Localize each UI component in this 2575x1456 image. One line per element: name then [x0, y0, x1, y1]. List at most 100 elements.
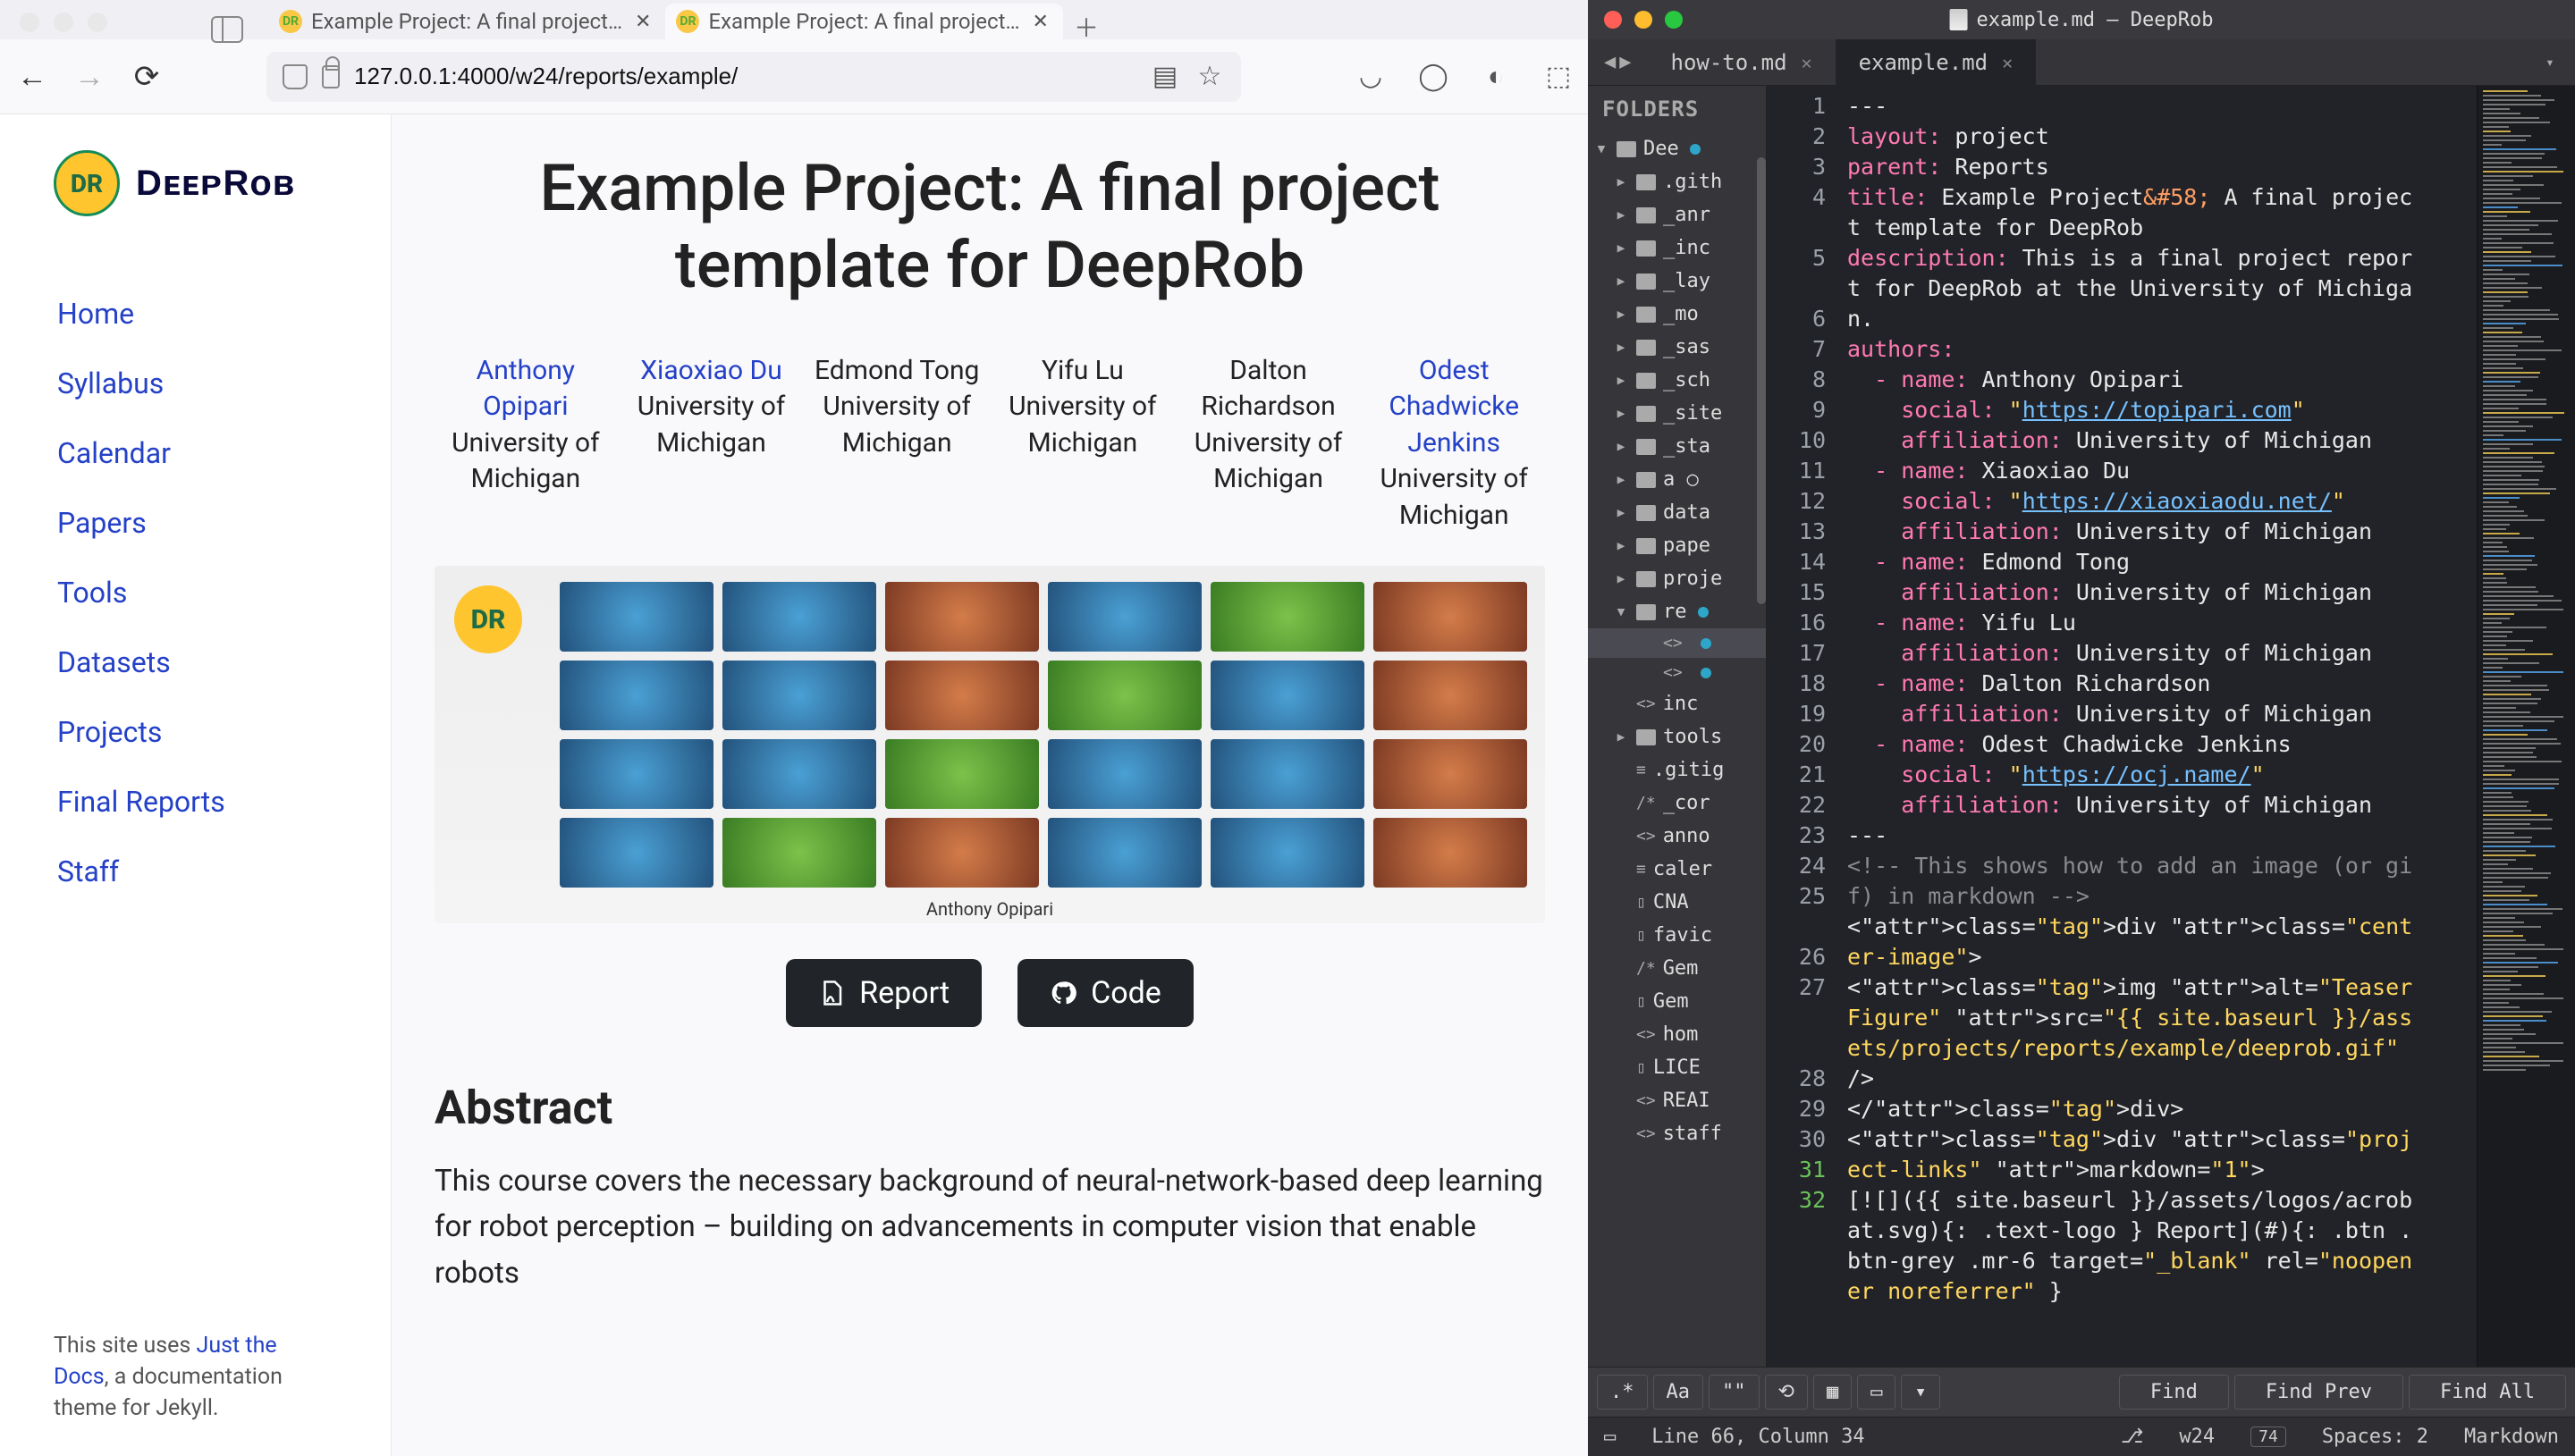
- sidebar-link-calendar[interactable]: Calendar: [0, 418, 391, 488]
- tree-row[interactable]: ▯Gem: [1588, 985, 1766, 1018]
- reader-mode-icon[interactable]: ▤: [1150, 62, 1180, 92]
- sidebar-link-projects[interactable]: Projects: [0, 697, 391, 767]
- tree-row[interactable]: ▯LICE: [1588, 1051, 1766, 1084]
- tree-row[interactable]: <>hom: [1588, 1018, 1766, 1051]
- tree-row[interactable]: <>: [1588, 628, 1766, 658]
- code-editor[interactable]: ---layout: projectparent: Reportstitle: …: [1838, 86, 2477, 1367]
- tree-row[interactable]: ▯CNA: [1588, 886, 1766, 919]
- find-dropdown[interactable]: ▾: [1901, 1375, 1939, 1410]
- find-case-toggle[interactable]: Aa: [1653, 1375, 1704, 1410]
- code-button[interactable]: Code: [1017, 959, 1194, 1027]
- folders-scrollbar[interactable]: [1757, 157, 1766, 604]
- find-word-toggle[interactable]: "": [1709, 1375, 1760, 1410]
- tree-row[interactable]: ▸_site: [1588, 397, 1766, 430]
- tree-row[interactable]: ▸.gith: [1588, 165, 1766, 198]
- extension-icon[interactable]: ◐: [1481, 62, 1511, 92]
- tab-active[interactable]: DR Example Project: A final project… ✕: [665, 4, 1062, 39]
- status-branch[interactable]: w24: [2179, 1426, 2215, 1448]
- history-forward-icon[interactable]: ▶: [1619, 51, 1631, 73]
- tree-row[interactable]: ▾re: [1588, 595, 1766, 628]
- forward-button[interactable]: →: [72, 59, 107, 95]
- tree-row[interactable]: ≡caler: [1588, 853, 1766, 886]
- tree-row[interactable]: <>inc: [1588, 687, 1766, 720]
- lock-icon[interactable]: [322, 65, 340, 88]
- tree-row[interactable]: ▸_sch: [1588, 364, 1766, 397]
- find-regex-toggle[interactable]: .*: [1597, 1375, 1648, 1410]
- sidebar-toggle-icon[interactable]: [211, 16, 243, 43]
- new-tab-button[interactable]: ＋: [1074, 14, 1099, 39]
- tree-row[interactable]: ▯favic: [1588, 919, 1766, 952]
- tree-row[interactable]: <>staff: [1588, 1117, 1766, 1150]
- minimize-window-button[interactable]: [54, 13, 73, 32]
- history-back-icon[interactable]: ◀: [1604, 51, 1616, 73]
- tree-row[interactable]: ▸proje: [1588, 562, 1766, 595]
- maximize-window-button[interactable]: [1665, 11, 1683, 29]
- tab-close-icon[interactable]: ✕: [631, 11, 654, 33]
- chevron-right-icon: ▸: [1613, 237, 1629, 259]
- file-tab[interactable]: how-to.md ✕: [1648, 39, 1836, 86]
- url-input[interactable]: [354, 63, 1136, 90]
- maximize-window-button[interactable]: [88, 13, 107, 32]
- url-bar[interactable]: ▤ ☆: [266, 52, 1241, 102]
- close-window-button[interactable]: [20, 13, 39, 32]
- tree-row[interactable]: ▸_lay: [1588, 265, 1766, 298]
- status-changes[interactable]: 74: [2250, 1427, 2286, 1447]
- find-wrap-toggle[interactable]: ⟲: [1765, 1375, 1808, 1410]
- tree-row[interactable]: ▸a ○: [1588, 463, 1766, 496]
- find-selection-toggle[interactable]: ▭: [1857, 1375, 1895, 1410]
- tab-overflow-icon[interactable]: ▾: [2532, 45, 2568, 80]
- tree-row[interactable]: /*_cor: [1588, 787, 1766, 820]
- tab-inactive[interactable]: DR Example Project: A final project… ✕: [268, 4, 665, 39]
- tree-row[interactable]: ≡.gitig: [1588, 753, 1766, 787]
- reload-button[interactable]: ⟳: [129, 59, 165, 95]
- shield-icon[interactable]: [283, 64, 308, 89]
- tree-row[interactable]: ▸tools: [1588, 720, 1766, 753]
- sidebar-link-final-reports[interactable]: Final Reports: [0, 767, 391, 837]
- extensions-menu-icon[interactable]: ⬚: [1543, 62, 1574, 92]
- site-logo[interactable]: DR DᴇᴇᴘRᴏʙ: [0, 114, 391, 243]
- tree-row[interactable]: ▸_anr: [1588, 198, 1766, 231]
- tab-close-icon[interactable]: ✕: [2002, 52, 2013, 73]
- tree-row[interactable]: ▸_inc: [1588, 231, 1766, 265]
- tree-row[interactable]: <>: [1588, 658, 1766, 687]
- find-highlight-toggle[interactable]: ▦: [1813, 1375, 1852, 1410]
- tree-row[interactable]: ▸_sas: [1588, 331, 1766, 364]
- minimap[interactable]: [2477, 86, 2575, 1367]
- author-name[interactable]: Odest Chadwicke Jenkins: [1363, 353, 1545, 462]
- tab-close-icon[interactable]: ✕: [1802, 52, 1812, 73]
- tree-row[interactable]: ▸_sta: [1588, 430, 1766, 463]
- tree-row[interactable]: ▸data: [1588, 496, 1766, 529]
- find-bar: .* Aa "" ⟲ ▦ ▭ ▾ Find Find Prev Find All: [1588, 1367, 2575, 1417]
- status-line-col[interactable]: Line 66, Column 34: [1651, 1426, 1864, 1448]
- tree-row[interactable]: <>REAI: [1588, 1084, 1766, 1117]
- tree-row[interactable]: ▸_mo: [1588, 298, 1766, 331]
- sidebar-link-syllabus[interactable]: Syllabus: [0, 349, 391, 418]
- sidebar-link-staff[interactable]: Staff: [0, 837, 391, 906]
- pocket-icon[interactable]: ◡: [1355, 62, 1386, 92]
- account-icon[interactable]: ◯: [1418, 62, 1448, 92]
- tab-close-icon[interactable]: ✕: [1029, 11, 1052, 33]
- sidebar-link-papers[interactable]: Papers: [0, 488, 391, 558]
- bookmark-star-icon[interactable]: ☆: [1195, 62, 1225, 92]
- file-tab-active[interactable]: example.md ✕: [1836, 39, 2037, 86]
- find-all-button[interactable]: Find All: [2409, 1375, 2566, 1410]
- sidebar-link-home[interactable]: Home: [0, 279, 391, 349]
- status-spaces[interactable]: Spaces: 2: [2322, 1426, 2428, 1448]
- tree-row[interactable]: /*Gem: [1588, 952, 1766, 985]
- panel-switch-icon[interactable]: ▭: [1604, 1426, 1616, 1448]
- author-name[interactable]: Anthony Opipari: [435, 353, 617, 425]
- find-prev-button[interactable]: Find Prev: [2234, 1375, 2403, 1410]
- status-lang[interactable]: Markdown: [2464, 1426, 2559, 1448]
- sidebar-link-tools[interactable]: Tools: [0, 558, 391, 627]
- report-button[interactable]: Report: [786, 959, 982, 1027]
- tree-row[interactable]: <>anno: [1588, 820, 1766, 853]
- tree-row[interactable]: ▾Dee: [1588, 132, 1766, 165]
- find-button[interactable]: Find: [2119, 1375, 2229, 1410]
- close-window-button[interactable]: [1604, 11, 1622, 29]
- author-name[interactable]: Xiaoxiao Du: [621, 353, 803, 390]
- minimize-window-button[interactable]: [1634, 11, 1652, 29]
- author-affiliation: University of Michigan: [621, 389, 803, 461]
- tree-row[interactable]: ▸pape: [1588, 529, 1766, 562]
- sidebar-link-datasets[interactable]: Datasets: [0, 627, 391, 697]
- back-button[interactable]: ←: [14, 59, 50, 95]
